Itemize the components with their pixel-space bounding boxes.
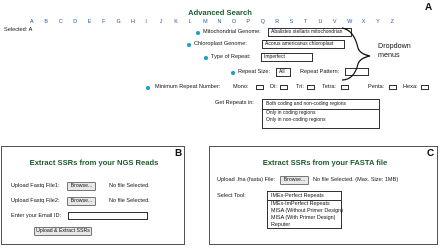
alphabet-letter-link[interactable]: Z bbox=[391, 19, 394, 25]
fasta-upload-label: Upload .fna (fasta) File: bbox=[217, 177, 276, 183]
tri-input[interactable] bbox=[307, 85, 315, 90]
alphabet-letter-link[interactable]: D bbox=[73, 19, 77, 25]
info-dot-icon bbox=[196, 31, 200, 35]
alphabet-letter-link[interactable]: O bbox=[232, 19, 236, 25]
fasta-file-panel: C Extract SSRs from your FASTA file Uplo… bbox=[209, 146, 438, 245]
fasta-panel-title: Extract SSRs from your FASTA file bbox=[262, 158, 388, 167]
tetra-label: Tetra: bbox=[322, 84, 336, 90]
tool-option[interactable]: MISA (Without Primer Design) bbox=[268, 208, 343, 215]
tool-option[interactable]: IMEx-Perfect Repeats bbox=[268, 192, 341, 201]
repeat-size-select[interactable]: All bbox=[276, 68, 291, 77]
regions-select[interactable]: Both coding and non-coding regions Only i… bbox=[262, 99, 380, 129]
repeat-type-select[interactable]: Imperfect bbox=[261, 53, 313, 62]
ngs-panel-title: Extract SSRs from your NGS Reads bbox=[29, 158, 159, 167]
mono-label: Mono: bbox=[233, 84, 249, 90]
get-repeats-label: Get Repeats in: bbox=[215, 100, 254, 106]
alphabet-letter-link[interactable]: F bbox=[102, 19, 105, 25]
alphabet-letter-link[interactable]: N bbox=[218, 19, 222, 25]
selected-letter-text: Selected: A bbox=[4, 27, 33, 33]
region-option[interactable]: Both coding and non-coding regions bbox=[263, 100, 379, 110]
alphabet-letter-link[interactable]: G bbox=[117, 19, 121, 25]
fastq2-label: Upload Fastq File2: bbox=[11, 198, 60, 204]
dropdown-menus-annotation: Dropdown menus bbox=[378, 41, 411, 59]
fastq2-browse-button[interactable]: Browse... bbox=[67, 197, 96, 206]
alphabet-letter-link[interactable]: V bbox=[333, 19, 337, 25]
alphabet-letter-link[interactable]: Q bbox=[261, 19, 265, 25]
dropdown-bracket-icon bbox=[341, 27, 371, 81]
region-option[interactable]: Only in coding regions bbox=[263, 110, 379, 117]
info-dot-icon bbox=[187, 43, 191, 47]
alphabet-letter-link[interactable]: K bbox=[174, 19, 178, 25]
panel-letter-b: B bbox=[175, 148, 183, 159]
fasta-no-file-text: No file Selected. (Max. Size: 1MB) bbox=[313, 177, 399, 183]
hexa-input[interactable] bbox=[421, 85, 429, 90]
info-dot-icon bbox=[146, 86, 150, 90]
di-label: Di: bbox=[270, 84, 277, 90]
tool-option[interactable]: IMEx-ImPerfect Repeats bbox=[268, 201, 341, 208]
info-dot-icon bbox=[204, 56, 208, 60]
alphabet-letter-link[interactable]: C bbox=[59, 19, 63, 25]
ngs-reads-panel: B Extract SSRs from your NGS Reads Uploa… bbox=[1, 146, 185, 245]
alphabet-letter-link[interactable]: R bbox=[275, 19, 279, 25]
alphabet-letter-link[interactable]: U bbox=[318, 19, 322, 25]
repeat-size-label: Repeat Size: bbox=[238, 69, 271, 75]
di-input[interactable] bbox=[280, 85, 288, 90]
alphabet-letter-link[interactable]: P bbox=[246, 19, 250, 25]
email-label: Enter your Email ID: bbox=[11, 213, 62, 219]
fasta-browse-button[interactable]: Browse... bbox=[280, 176, 309, 185]
alphabet-letter-link[interactable]: I bbox=[145, 19, 147, 25]
mono-input[interactable] bbox=[256, 85, 264, 90]
fastq1-no-file-text: No file Selected. bbox=[109, 183, 150, 189]
repeat-pattern-label: Repeat Pattern: bbox=[300, 69, 340, 75]
panel-letter-a: A bbox=[425, 2, 433, 13]
penta-input[interactable] bbox=[389, 85, 397, 90]
alphabet-letter-link[interactable]: S bbox=[290, 19, 294, 25]
tetra-input[interactable] bbox=[341, 85, 349, 90]
fastq2-no-file-text: No file Selected. bbox=[109, 198, 150, 204]
alphabet-letter-link[interactable]: B bbox=[44, 19, 48, 25]
email-input[interactable] bbox=[68, 212, 148, 220]
tri-label: Tri: bbox=[296, 84, 304, 90]
hexa-label: Hexa: bbox=[403, 84, 418, 90]
min-repeat-label: Minimum Repeat Number: bbox=[155, 84, 221, 90]
advanced-search-panel: A Advanced Search A B C D E F G H I J K L M N O P Q R S T U V… bbox=[0, 0, 440, 132]
tool-option[interactable]: Reputer bbox=[268, 222, 341, 229]
tool-select[interactable]: IMEx-Perfect Repeats IMEx-ImPerfect Repea… bbox=[267, 191, 343, 229]
select-tool-label: Select Tool: bbox=[217, 193, 246, 199]
repeat-type-label: Type of Repeat: bbox=[211, 54, 251, 60]
tool-option[interactable]: MISA (With Primer Design) bbox=[268, 215, 341, 222]
alphabet-letter-link[interactable]: M bbox=[203, 19, 208, 25]
chloro-genome-label: Chloroplast Genome: bbox=[194, 41, 247, 47]
alphabet-letter-link[interactable]: J bbox=[160, 19, 163, 25]
chloro-genome-select[interactable]: Acorus americanus chloroplast bbox=[262, 40, 345, 49]
panel-letter-c: C bbox=[427, 148, 435, 159]
alphabet-letter-link[interactable]: A bbox=[30, 19, 34, 25]
alphabet-letter-link[interactable]: E bbox=[88, 19, 92, 25]
fastq1-label: Upload Fastq File1: bbox=[11, 183, 60, 189]
alphabet-letter-link[interactable]: T bbox=[304, 19, 307, 25]
mito-genome-label: Mitochondrial Genome: bbox=[203, 29, 261, 35]
region-option[interactable]: Only in non-coding regions bbox=[263, 117, 379, 124]
advanced-search-title: Advanced Search bbox=[188, 8, 252, 17]
alphabet-letter-link[interactable]: L bbox=[189, 19, 192, 25]
alphabet-letter-link[interactable]: H bbox=[131, 19, 135, 25]
upload-extract-button[interactable]: Upload & Extract SSRs bbox=[34, 227, 92, 236]
fastq1-browse-button[interactable]: Browse... bbox=[67, 182, 96, 191]
penta-label: Penta: bbox=[368, 84, 385, 90]
info-dot-icon bbox=[231, 71, 235, 75]
